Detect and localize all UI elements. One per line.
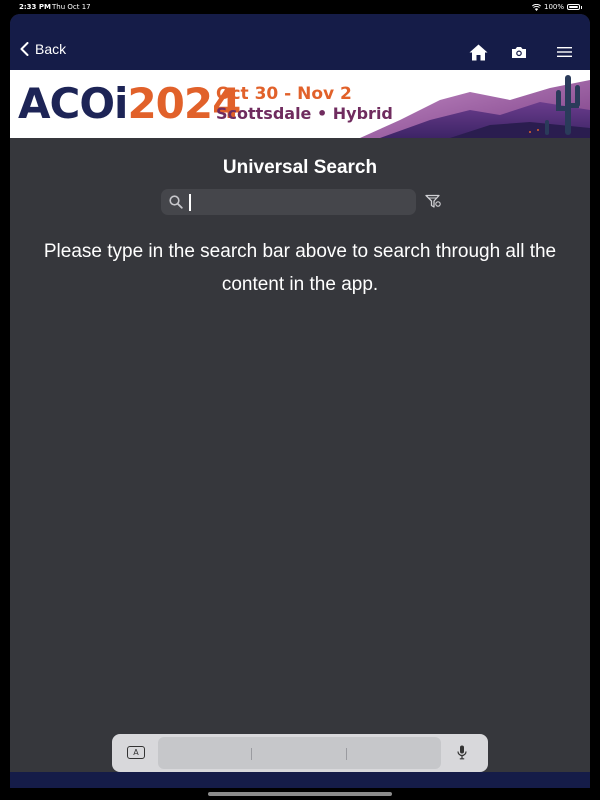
back-label: Back bbox=[35, 41, 67, 57]
status-bar: 2:33 PM Thu Oct 17 100% bbox=[0, 0, 600, 14]
menu-icon bbox=[556, 47, 572, 57]
keyboard-shortcut-bar: A bbox=[112, 734, 488, 772]
logo-acoi: ACOi bbox=[18, 79, 128, 128]
wifi-icon bbox=[531, 3, 541, 11]
chevron-left-icon bbox=[20, 42, 29, 56]
app-window: Back ACOi2024 Oct 30 - Nov 2 Scottsdale … bbox=[10, 14, 590, 788]
battery-icon bbox=[567, 4, 580, 10]
status-time: 2:33 PM bbox=[19, 3, 51, 11]
event-banner: ACOi2024 Oct 30 - Nov 2 Scottsdale • Hyb… bbox=[10, 70, 590, 138]
page-title: Universal Search bbox=[222, 157, 378, 178]
status-date: Thu Oct 17 bbox=[52, 3, 91, 11]
microphone-icon[interactable] bbox=[457, 745, 467, 760]
camera-button[interactable] bbox=[509, 42, 529, 62]
search-hint-text: Please type in the search bar above to s… bbox=[43, 241, 557, 295]
keyboard-a-icon[interactable]: A bbox=[127, 746, 145, 759]
battery-tip bbox=[581, 5, 582, 9]
bottom-bar bbox=[10, 772, 590, 788]
search-icon bbox=[169, 195, 183, 209]
home-icon bbox=[469, 44, 487, 60]
filter-settings-icon[interactable] bbox=[425, 194, 442, 209]
menu-button[interactable] bbox=[554, 42, 574, 62]
navbar: Back bbox=[10, 14, 590, 70]
event-logo: ACOi2024 bbox=[18, 78, 241, 130]
back-button[interactable]: Back bbox=[20, 41, 66, 57]
text-cursor bbox=[189, 194, 191, 211]
screen: 2:33 PM Thu Oct 17 100% Back ACOi2024 Oc… bbox=[0, 0, 600, 800]
predictive-text-bar[interactable] bbox=[158, 737, 441, 769]
desert-mountains-illustration bbox=[360, 75, 590, 138]
search-input[interactable] bbox=[187, 192, 407, 212]
camera-icon bbox=[512, 46, 526, 58]
home-indicator[interactable] bbox=[208, 792, 392, 796]
event-dates: Oct 30 - Nov 2 bbox=[216, 84, 352, 104]
search-bar[interactable] bbox=[161, 189, 416, 215]
battery-percent: 100% bbox=[543, 3, 564, 11]
home-button[interactable] bbox=[468, 42, 488, 62]
suggestion-divider bbox=[251, 748, 252, 760]
suggestion-divider bbox=[346, 748, 347, 760]
status-right: 100% bbox=[531, 3, 582, 11]
